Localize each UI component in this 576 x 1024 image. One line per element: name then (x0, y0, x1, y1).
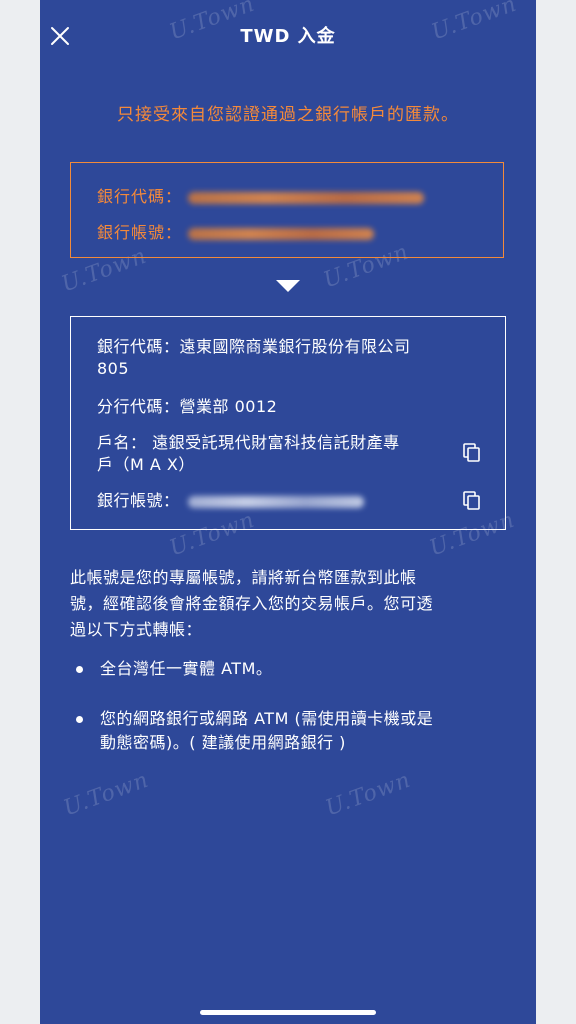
deposit-screen: U.Town U.Town U.Town U.Town U.Town U.Tow… (40, 0, 536, 1024)
account-name-line1: 戶名： 遠銀受託現代財富科技信託財產專 (97, 433, 400, 452)
account-name-line2: 戶（M A X） (97, 455, 195, 474)
branch-code-line: 分行代碼：營業部 0012 (97, 397, 278, 416)
watermark: U.Town (60, 767, 153, 822)
description-line: 此帳號是您的專屬帳號，請將新台幣匯款到此帳 (70, 568, 417, 587)
redacted-dest-account-no (187, 495, 364, 508)
redacted-account-no (188, 227, 375, 240)
bank-code-number: 805 (97, 359, 130, 378)
header: TWD 入金 (40, 0, 536, 72)
source-bank-code-row: 銀行代碼： (97, 183, 425, 207)
method-text: 動態密碼)。( 建議使用網路銀行 ) (100, 733, 346, 752)
dest-account-no-row: 銀行帳號： (97, 491, 364, 511)
notice-text: 只接受來自您認證通過之銀行帳戶的匯款。 (117, 105, 459, 125)
bullet-icon (76, 666, 83, 673)
home-indicator[interactable] (200, 1010, 376, 1015)
arrow-down-icon (276, 280, 300, 292)
description-line: 號，經確認後會將金額存入您的交易帳戶。您可透 (70, 594, 434, 613)
copy-icon[interactable] (463, 443, 481, 463)
source-bank-code-label: 銀行代碼： (97, 187, 183, 206)
redacted-bank-code (188, 191, 425, 204)
left-margin (0, 0, 40, 1024)
destination-account-box: 銀行代碼：遠東國際商業銀行股份有限公司 805 分行代碼：營業部 0012 戶名… (70, 316, 506, 530)
bank-code-line: 銀行代碼：遠東國際商業銀行股份有限公司 (97, 337, 411, 356)
source-account-no-row: 銀行帳號： (97, 219, 375, 243)
dest-account-no-label: 銀行帳號： (97, 491, 180, 510)
description: 此帳號是您的專屬帳號，請將新台幣匯款到此帳 號，經確認後會將金額存入您的交易帳戶… (70, 565, 510, 643)
copy-icon[interactable] (463, 491, 481, 511)
source-account-no-label: 銀行帳號： (97, 223, 183, 242)
bullet-icon (76, 716, 83, 723)
method-text: 全台灣任一實體 ATM。 (100, 659, 273, 678)
page-title: TWD 入金 (240, 26, 336, 47)
source-account-box: 銀行代碼： 銀行帳號： (70, 162, 504, 258)
right-margin (536, 0, 576, 1024)
method-text: 您的網路銀行或網路 ATM (需使用讀卡機或是 (100, 709, 434, 728)
watermark: U.Town (322, 767, 415, 822)
description-line: 過以下方式轉帳： (70, 620, 203, 639)
